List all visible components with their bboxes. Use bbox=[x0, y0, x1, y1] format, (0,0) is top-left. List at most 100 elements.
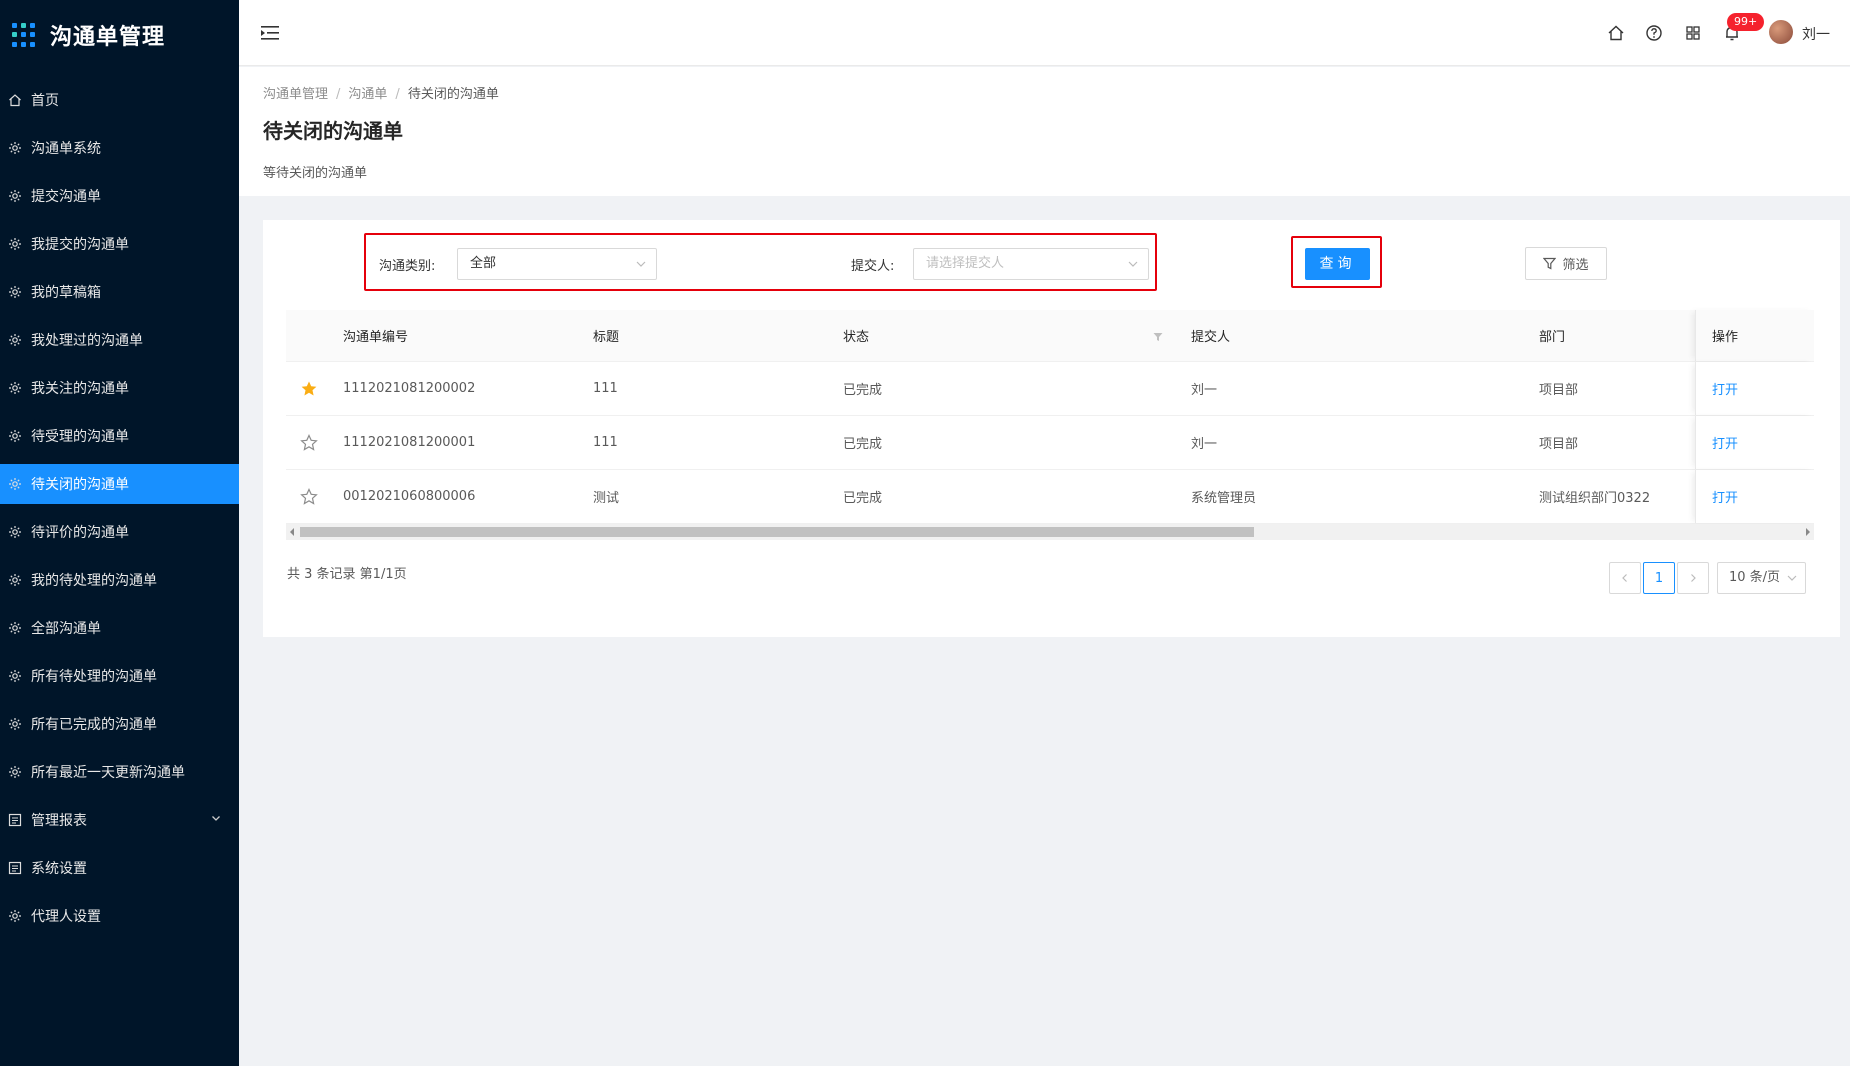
cell-id: 0012021060800006 bbox=[343, 489, 476, 504]
sidebar-item[interactable]: 我的草稿箱 bbox=[0, 272, 239, 312]
column-header-title[interactable]: 标题 bbox=[593, 310, 619, 361]
content-card: 沟通类别: 全部 提交人: 请选择提交人 查询 筛选 沟通单编号 标题 状态 提… bbox=[263, 220, 1840, 637]
filter-icon bbox=[1543, 257, 1557, 270]
sidebar-item[interactable]: 我关注的沟通单 bbox=[0, 368, 239, 408]
prev-page-button[interactable] bbox=[1609, 562, 1641, 594]
table-icon bbox=[8, 861, 22, 875]
sidebar-item-label: 代理人设置 bbox=[31, 909, 101, 925]
sidebar-item[interactable]: 所有已完成的沟通单 bbox=[0, 704, 239, 744]
sidebar-item[interactable]: 待受理的沟通单 bbox=[0, 416, 239, 456]
gear-icon bbox=[8, 141, 22, 155]
sidebar-item[interactable]: 提交沟通单 bbox=[0, 176, 239, 216]
app-logo[interactable]: 沟通单管理 bbox=[0, 0, 239, 70]
home-icon[interactable] bbox=[1607, 24, 1625, 42]
sidebar-item[interactable]: 待关闭的沟通单 bbox=[0, 464, 239, 504]
column-header-submitter[interactable]: 提交人 bbox=[1191, 310, 1230, 361]
app-title: 沟通单管理 bbox=[50, 25, 166, 50]
sidebar-item-label: 我提交的沟通单 bbox=[31, 237, 129, 253]
sidebar-item-label: 待受理的沟通单 bbox=[31, 429, 129, 445]
sidebar-item[interactable]: 所有最近一天更新沟通单 bbox=[0, 752, 239, 792]
cell-status: 已完成 bbox=[843, 437, 883, 452]
sidebar-item-label: 我关注的沟通单 bbox=[31, 381, 129, 397]
filter-button[interactable]: 筛选 bbox=[1525, 247, 1607, 280]
open-link[interactable]: 打开 bbox=[1712, 362, 1738, 415]
apps-icon[interactable] bbox=[1684, 24, 1702, 42]
help-icon[interactable] bbox=[1645, 24, 1663, 42]
sidebar-item[interactable]: 所有待处理的沟通单 bbox=[0, 656, 239, 696]
gear-icon bbox=[8, 237, 22, 251]
cell-title: 111 bbox=[593, 435, 618, 450]
sidebar-item[interactable]: 系统设置 bbox=[0, 848, 239, 888]
apps-grid-icon bbox=[12, 23, 36, 47]
scroll-left-icon[interactable] bbox=[290, 528, 294, 536]
open-link[interactable]: 打开 bbox=[1712, 416, 1738, 469]
next-page-button[interactable] bbox=[1677, 562, 1709, 594]
gear-icon bbox=[8, 621, 22, 635]
cell-actions: 打开 bbox=[1695, 362, 1814, 415]
type-select[interactable]: 全部 bbox=[457, 248, 657, 280]
cell-id: 1112021081200001 bbox=[343, 435, 476, 450]
notification-badge: 99+ bbox=[1727, 13, 1765, 31]
sidebar-item-label: 待评价的沟通单 bbox=[31, 525, 129, 541]
sidebar-item-label: 提交沟通单 bbox=[31, 189, 101, 205]
submitter-filter-label: 提交人: bbox=[851, 259, 895, 274]
sidebar-item[interactable]: 沟通单系统 bbox=[0, 128, 239, 168]
column-header-status[interactable]: 状态 bbox=[843, 310, 869, 361]
page-number-button[interactable]: 1 bbox=[1643, 562, 1675, 594]
horizontal-scrollbar[interactable] bbox=[286, 524, 1814, 540]
sidebar-item[interactable]: 首页 bbox=[0, 80, 239, 120]
sidebar-item[interactable]: 我的待处理的沟通单 bbox=[0, 560, 239, 600]
sidebar-item-label: 所有已完成的沟通单 bbox=[31, 717, 157, 733]
star-outline-icon[interactable] bbox=[300, 470, 318, 523]
menu-fold-icon[interactable] bbox=[261, 24, 281, 42]
breadcrumb-item[interactable]: 沟通单管理 bbox=[263, 87, 328, 102]
data-table: 沟通单编号 标题 状态 提交人 部门 操作 1112021081200002 11… bbox=[286, 310, 1814, 524]
scroll-right-icon[interactable] bbox=[1806, 528, 1810, 536]
star-filled-icon[interactable] bbox=[300, 362, 318, 415]
column-filter-icon[interactable] bbox=[1153, 332, 1163, 342]
breadcrumb-item[interactable]: 沟通单 bbox=[348, 87, 387, 102]
cell-status: 已完成 bbox=[843, 383, 883, 398]
cell-submitter: 系统管理员 bbox=[1191, 491, 1257, 506]
table-body: 1112021081200002 111 已完成 刘一 项目部 打开 11120210812… bbox=[286, 362, 1814, 524]
submitter-select[interactable]: 请选择提交人 bbox=[913, 248, 1149, 280]
sidebar-item[interactable]: 我处理过的沟通单 bbox=[0, 320, 239, 360]
scrollbar-thumb[interactable] bbox=[300, 527, 1254, 537]
sidebar-item-label: 系统设置 bbox=[31, 861, 87, 877]
sidebar-item[interactable]: 代理人设置 bbox=[0, 896, 239, 936]
sidebar-item[interactable]: 待评价的沟通单 bbox=[0, 512, 239, 552]
sidebar-menu: 首页 沟通单系统 提交沟通单 我提交的沟通单 我的草稿箱 我处理过的沟通单 我关注的沟通单待… bbox=[0, 80, 239, 944]
cell-dept: 项目部 bbox=[1539, 437, 1579, 452]
total-records: 共 3 条记录 第1/1页 bbox=[287, 567, 407, 582]
gear-icon bbox=[8, 333, 22, 347]
cell-submitter: 刘一 bbox=[1191, 383, 1218, 398]
gear-icon bbox=[8, 765, 22, 779]
gear-icon bbox=[8, 525, 22, 539]
column-header-dept[interactable]: 部门 bbox=[1539, 310, 1565, 361]
sidebar: 沟通单管理 首页沟通单系统提交沟通单我提交的沟通单我的草稿箱我处理过的沟通单我关… bbox=[0, 0, 239, 1066]
query-button[interactable]: 查询 bbox=[1305, 248, 1370, 280]
username[interactable]: 刘一 bbox=[1802, 24, 1830, 44]
page-size-value: 10 条/页 bbox=[1729, 570, 1781, 585]
type-filter-label: 沟通类别: bbox=[379, 259, 436, 274]
sidebar-item-label: 管理报表 bbox=[31, 813, 87, 829]
sidebar-item[interactable]: 全部沟通单 bbox=[0, 608, 239, 648]
star-outline-icon[interactable] bbox=[300, 416, 318, 469]
table-header: 沟通单编号 标题 状态 提交人 部门 操作 bbox=[286, 310, 1814, 362]
cell-dept: 项目部 bbox=[1539, 383, 1579, 398]
gear-icon bbox=[8, 477, 22, 491]
avatar[interactable] bbox=[1769, 20, 1793, 44]
column-header-id[interactable]: 沟通单编号 bbox=[343, 310, 408, 361]
breadcrumb: 沟通单管理 / 沟通单 / 待关闭的沟通单 bbox=[263, 87, 499, 102]
open-link[interactable]: 打开 bbox=[1712, 470, 1738, 523]
sidebar-item[interactable]: 管理报表 bbox=[0, 800, 239, 840]
table-row: 1112021081200002 111 已完成 刘一 项目部 打开 bbox=[286, 362, 1814, 416]
chevron-down-icon[interactable] bbox=[211, 813, 221, 823]
gear-icon bbox=[8, 909, 22, 923]
cell-status: 已完成 bbox=[843, 491, 883, 506]
column-header-actions-wrap: 操作 bbox=[1695, 310, 1814, 361]
chevron-down-icon bbox=[1128, 261, 1138, 267]
page-size-select[interactable]: 10 条/页 bbox=[1717, 562, 1806, 594]
gear-icon bbox=[8, 381, 22, 395]
sidebar-item[interactable]: 我提交的沟通单 bbox=[0, 224, 239, 264]
